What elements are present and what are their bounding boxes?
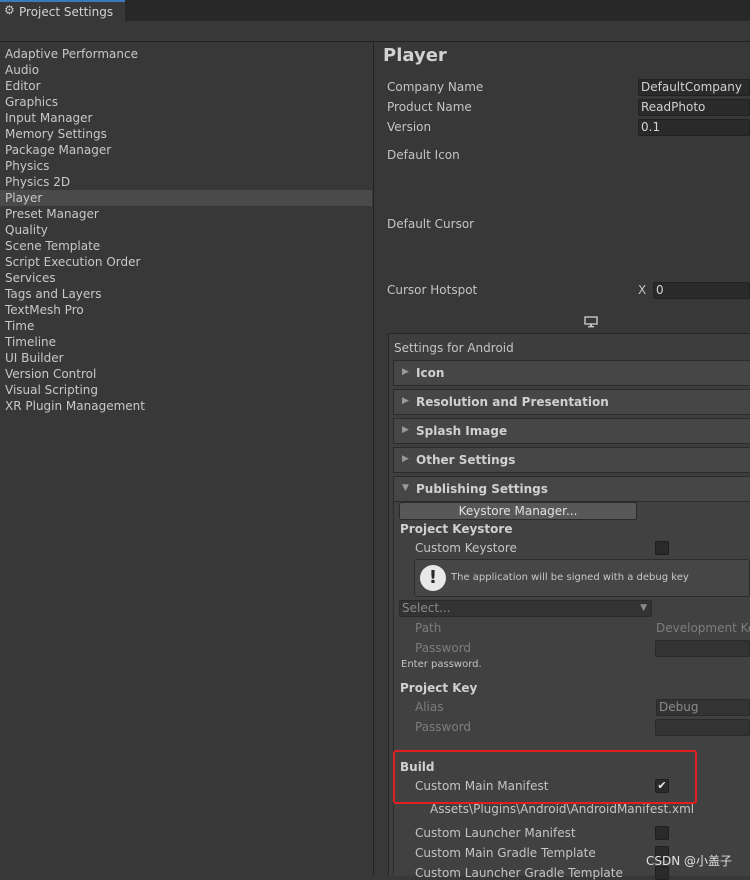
alias-label: Alias [415, 700, 444, 714]
custom-launcher-manifest-checkbox[interactable] [655, 826, 669, 840]
project-keystore-header: Project Keystore [400, 522, 513, 536]
section-other-settings[interactable]: ▶ Other Settings [393, 447, 750, 473]
custom-keystore-checkbox[interactable] [655, 541, 669, 555]
tab-project-settings[interactable]: ⚙ Project Settings [0, 0, 125, 22]
version-label: Version [387, 120, 432, 134]
toolbar-strip [0, 21, 750, 42]
section-icon[interactable]: ▶ Icon [393, 360, 750, 386]
sidebar-item-editor[interactable]: Editor [0, 78, 372, 94]
section-label: Resolution and Presentation [416, 395, 609, 409]
default-icon-label: Default Icon [387, 148, 460, 162]
sidebar-item-physics[interactable]: Physics [0, 158, 372, 174]
sidebar-item-input-manager[interactable]: Input Manager [0, 110, 372, 126]
enter-password-hint: Enter password. [401, 659, 482, 670]
sidebar-item-graphics[interactable]: Graphics [0, 94, 372, 110]
section-label: Publishing Settings [416, 482, 548, 496]
key-password-label: Password [415, 720, 472, 734]
chevron-right-icon: ▶ [402, 425, 409, 435]
sidebar-item-physics-2d[interactable]: Physics 2D [0, 174, 372, 190]
select-placeholder: Select... [402, 601, 451, 615]
alias-dropdown[interactable]: Debug [656, 699, 750, 716]
sidebar-item-memory-settings[interactable]: Memory Settings [0, 126, 372, 142]
monitor-icon[interactable] [584, 316, 598, 328]
sidebar-item-timeline[interactable]: Timeline [0, 334, 372, 350]
helpbox-text: The application will be signed with a de… [451, 572, 689, 583]
manifest-path-text: Assets\Plugins\Android\AndroidManifest.x… [430, 802, 695, 816]
product-name-field[interactable]: ReadPhoto [638, 99, 750, 116]
chevron-down-icon: ▼ [402, 483, 409, 493]
product-name-label: Product Name [387, 100, 472, 114]
chevron-right-icon: ▶ [402, 396, 409, 406]
password-label: Password [415, 641, 472, 655]
section-label: Icon [416, 366, 445, 380]
watermark-text: CSDN @小盖子 [646, 854, 733, 868]
section-splash-image[interactable]: ▶ Splash Image [393, 418, 750, 444]
warning-icon: ! [420, 565, 446, 591]
custom-launcher-manifest-label: Custom Launcher Manifest [415, 826, 576, 840]
sidebar-item-textmesh-pro[interactable]: TextMesh Pro [0, 302, 372, 318]
sidebar-item-version-control[interactable]: Version Control [0, 366, 372, 382]
gear-icon: ⚙ [4, 3, 15, 17]
chevron-right-icon: ▶ [402, 367, 409, 377]
section-label: Splash Image [416, 424, 508, 438]
sidebar-item-adaptive-performance[interactable]: Adaptive Performance [0, 46, 372, 62]
path-label: Path [415, 621, 442, 635]
default-cursor-label: Default Cursor [387, 217, 475, 231]
section-resolution[interactable]: ▶ Resolution and Presentation [393, 389, 750, 415]
cursor-hotspot-label: Cursor Hotspot [387, 283, 478, 297]
sidebar-item-xr-plugin-management[interactable]: XR Plugin Management [0, 398, 372, 414]
company-name-label: Company Name [387, 80, 484, 94]
custom-main-gradle-label: Custom Main Gradle Template [415, 846, 596, 860]
sidebar-item-preset-manager[interactable]: Preset Manager [0, 206, 372, 222]
sidebar-item-services[interactable]: Services [0, 270, 372, 286]
sidebar-item-visual-scripting[interactable]: Visual Scripting [0, 382, 372, 398]
sidebar-item-player[interactable]: Player [0, 190, 372, 206]
version-field[interactable]: 0.1 [638, 119, 750, 136]
keystore-select-dropdown[interactable]: Select... ▼ [399, 600, 652, 617]
settings-for-android-label: Settings for Android [394, 341, 514, 355]
page-title: Player [383, 45, 447, 66]
section-label: Other Settings [416, 453, 516, 467]
key-password-field[interactable] [655, 719, 750, 736]
path-value: Development Ke [656, 621, 750, 635]
keystore-password-field[interactable] [655, 640, 750, 657]
cursor-hotspot-x-field[interactable]: 0 [653, 282, 750, 299]
sidebar-item-ui-builder[interactable]: UI Builder [0, 350, 372, 366]
chevron-down-icon: ▼ [640, 603, 647, 613]
highlight-annotation-box [393, 750, 697, 804]
project-key-header: Project Key [400, 681, 478, 695]
keystore-manager-button[interactable]: Keystore Manager... [399, 502, 637, 520]
sidebar-item-scene-template[interactable]: Scene Template [0, 238, 372, 254]
custom-keystore-label: Custom Keystore [415, 541, 517, 555]
sidebar-item-quality[interactable]: Quality [0, 222, 372, 238]
sidebar-item-time[interactable]: Time [0, 318, 372, 334]
debug-key-helpbox: ! The application will be signed with a … [414, 559, 750, 597]
company-name-field[interactable]: DefaultCompany [638, 79, 750, 96]
cursor-hotspot-x-label: X [638, 283, 647, 297]
platform-tab-bar [388, 311, 750, 334]
tab-title: Project Settings [19, 5, 114, 19]
sidebar-item-package-manager[interactable]: Package Manager [0, 142, 372, 158]
sidebar-item-tags-and-layers[interactable]: Tags and Layers [0, 286, 372, 302]
sidebar-item-audio[interactable]: Audio [0, 62, 372, 78]
custom-launcher-gradle-label: Custom Launcher Gradle Template [415, 866, 623, 880]
section-publishing-settings[interactable]: ▼ Publishing Settings [393, 476, 750, 502]
sidebar-item-script-execution-order[interactable]: Script Execution Order [0, 254, 372, 270]
chevron-right-icon: ▶ [402, 454, 409, 464]
